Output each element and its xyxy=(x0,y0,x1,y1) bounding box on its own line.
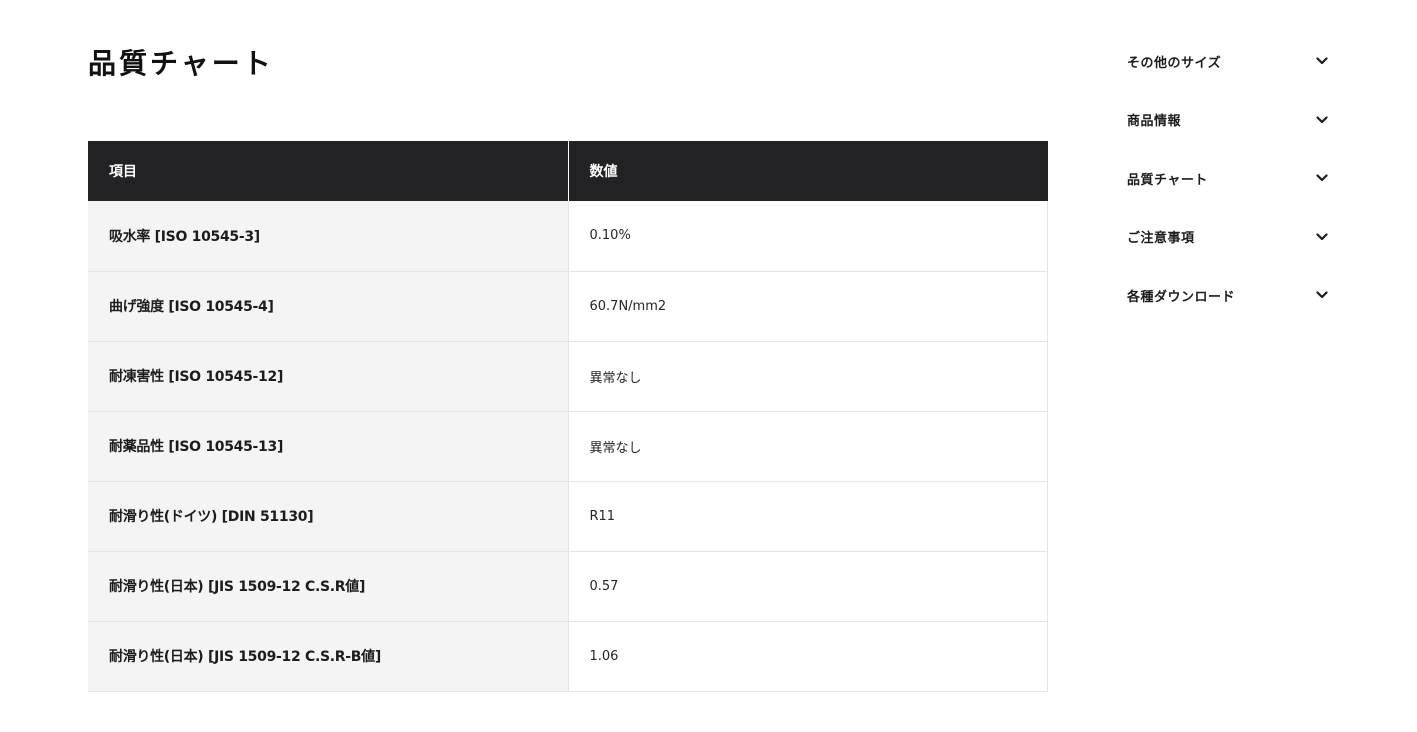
chevron-down-icon[interactable] xyxy=(1315,288,1329,302)
sidebar-accordion: その他のサイズ 商品情報 品質チャート ご注意事項 各種ダウンロード xyxy=(1127,32,1329,325)
table-cell-item: 曲げ強度 [ISO 10545-4] xyxy=(88,271,569,342)
chevron-down-icon[interactable] xyxy=(1315,113,1329,127)
table-cell-item: 耐滑り性(日本) [JIS 1509-12 C.S.R-B値] xyxy=(88,621,569,692)
column-header-value: 数値 xyxy=(568,141,1048,201)
table-row: 耐薬品性 [ISO 10545-13] 異常なし xyxy=(88,411,1048,482)
chevron-down-icon[interactable] xyxy=(1315,230,1329,244)
column-header-item: 項目 xyxy=(88,141,569,201)
accordion-label: ご注意事項 xyxy=(1127,231,1195,247)
table-cell-value: 異常なし xyxy=(568,411,1048,482)
table-cell-item: 耐滑り性(ドイツ) [DIN 51130] xyxy=(88,481,569,552)
table-cell-value: 1.06 xyxy=(568,621,1048,692)
table-cell-value: 0.10% xyxy=(568,201,1048,272)
table-row: 耐滑り性(ドイツ) [DIN 51130] R11 xyxy=(88,481,1048,552)
table-cell-value: R11 xyxy=(568,481,1048,552)
accordion-item-other-sizes[interactable]: その他のサイズ xyxy=(1127,32,1329,91)
accordion-label: その他のサイズ xyxy=(1127,55,1222,71)
table-cell-item: 耐凍害性 [ISO 10545-12] xyxy=(88,341,569,412)
table-row: 耐滑り性(日本) [JIS 1509-12 C.S.R-B値] 1.06 xyxy=(88,621,1048,692)
chevron-down-icon[interactable] xyxy=(1315,171,1329,185)
accordion-label: 各種ダウンロード xyxy=(1127,289,1236,305)
accordion-item-product-info[interactable]: 商品情報 xyxy=(1127,91,1329,150)
table-row: 吸水率 [ISO 10545-3] 0.10% xyxy=(88,201,1048,272)
page-title: 品質チャート xyxy=(88,47,274,80)
accordion-item-downloads[interactable]: 各種ダウンロード xyxy=(1127,266,1329,325)
chevron-down-icon[interactable] xyxy=(1315,54,1329,68)
table-header-row: 項目 数値 xyxy=(88,141,1048,201)
table-row: 耐滑り性(日本) [JIS 1509-12 C.S.R値] 0.57 xyxy=(88,551,1048,622)
accordion-label: 商品情報 xyxy=(1127,114,1182,130)
table-row: 耐凍害性 [ISO 10545-12] 異常なし xyxy=(88,341,1048,412)
accordion-item-notes[interactable]: ご注意事項 xyxy=(1127,208,1329,267)
table-cell-item: 耐滑り性(日本) [JIS 1509-12 C.S.R値] xyxy=(88,551,569,622)
table-cell-item: 吸水率 [ISO 10545-3] xyxy=(88,201,569,272)
accordion-item-quality-chart[interactable]: 品質チャート xyxy=(1127,149,1329,208)
accordion-label: 品質チャート xyxy=(1127,172,1208,188)
table-cell-item: 耐薬品性 [ISO 10545-13] xyxy=(88,411,569,482)
table-row: 曲げ強度 [ISO 10545-4] 60.7N/mm2 xyxy=(88,271,1048,342)
quality-chart-table: 項目 数値 吸水率 [ISO 10545-3] 0.10% 曲げ強度 [ISO … xyxy=(88,141,1048,692)
table-cell-value: 異常なし xyxy=(568,341,1048,412)
table-cell-value: 0.57 xyxy=(568,551,1048,622)
table-cell-value: 60.7N/mm2 xyxy=(568,271,1048,342)
page: 品質チャート 項目 数値 吸水率 [ISO 10545-3] 0.10% 曲げ強… xyxy=(0,0,1417,732)
